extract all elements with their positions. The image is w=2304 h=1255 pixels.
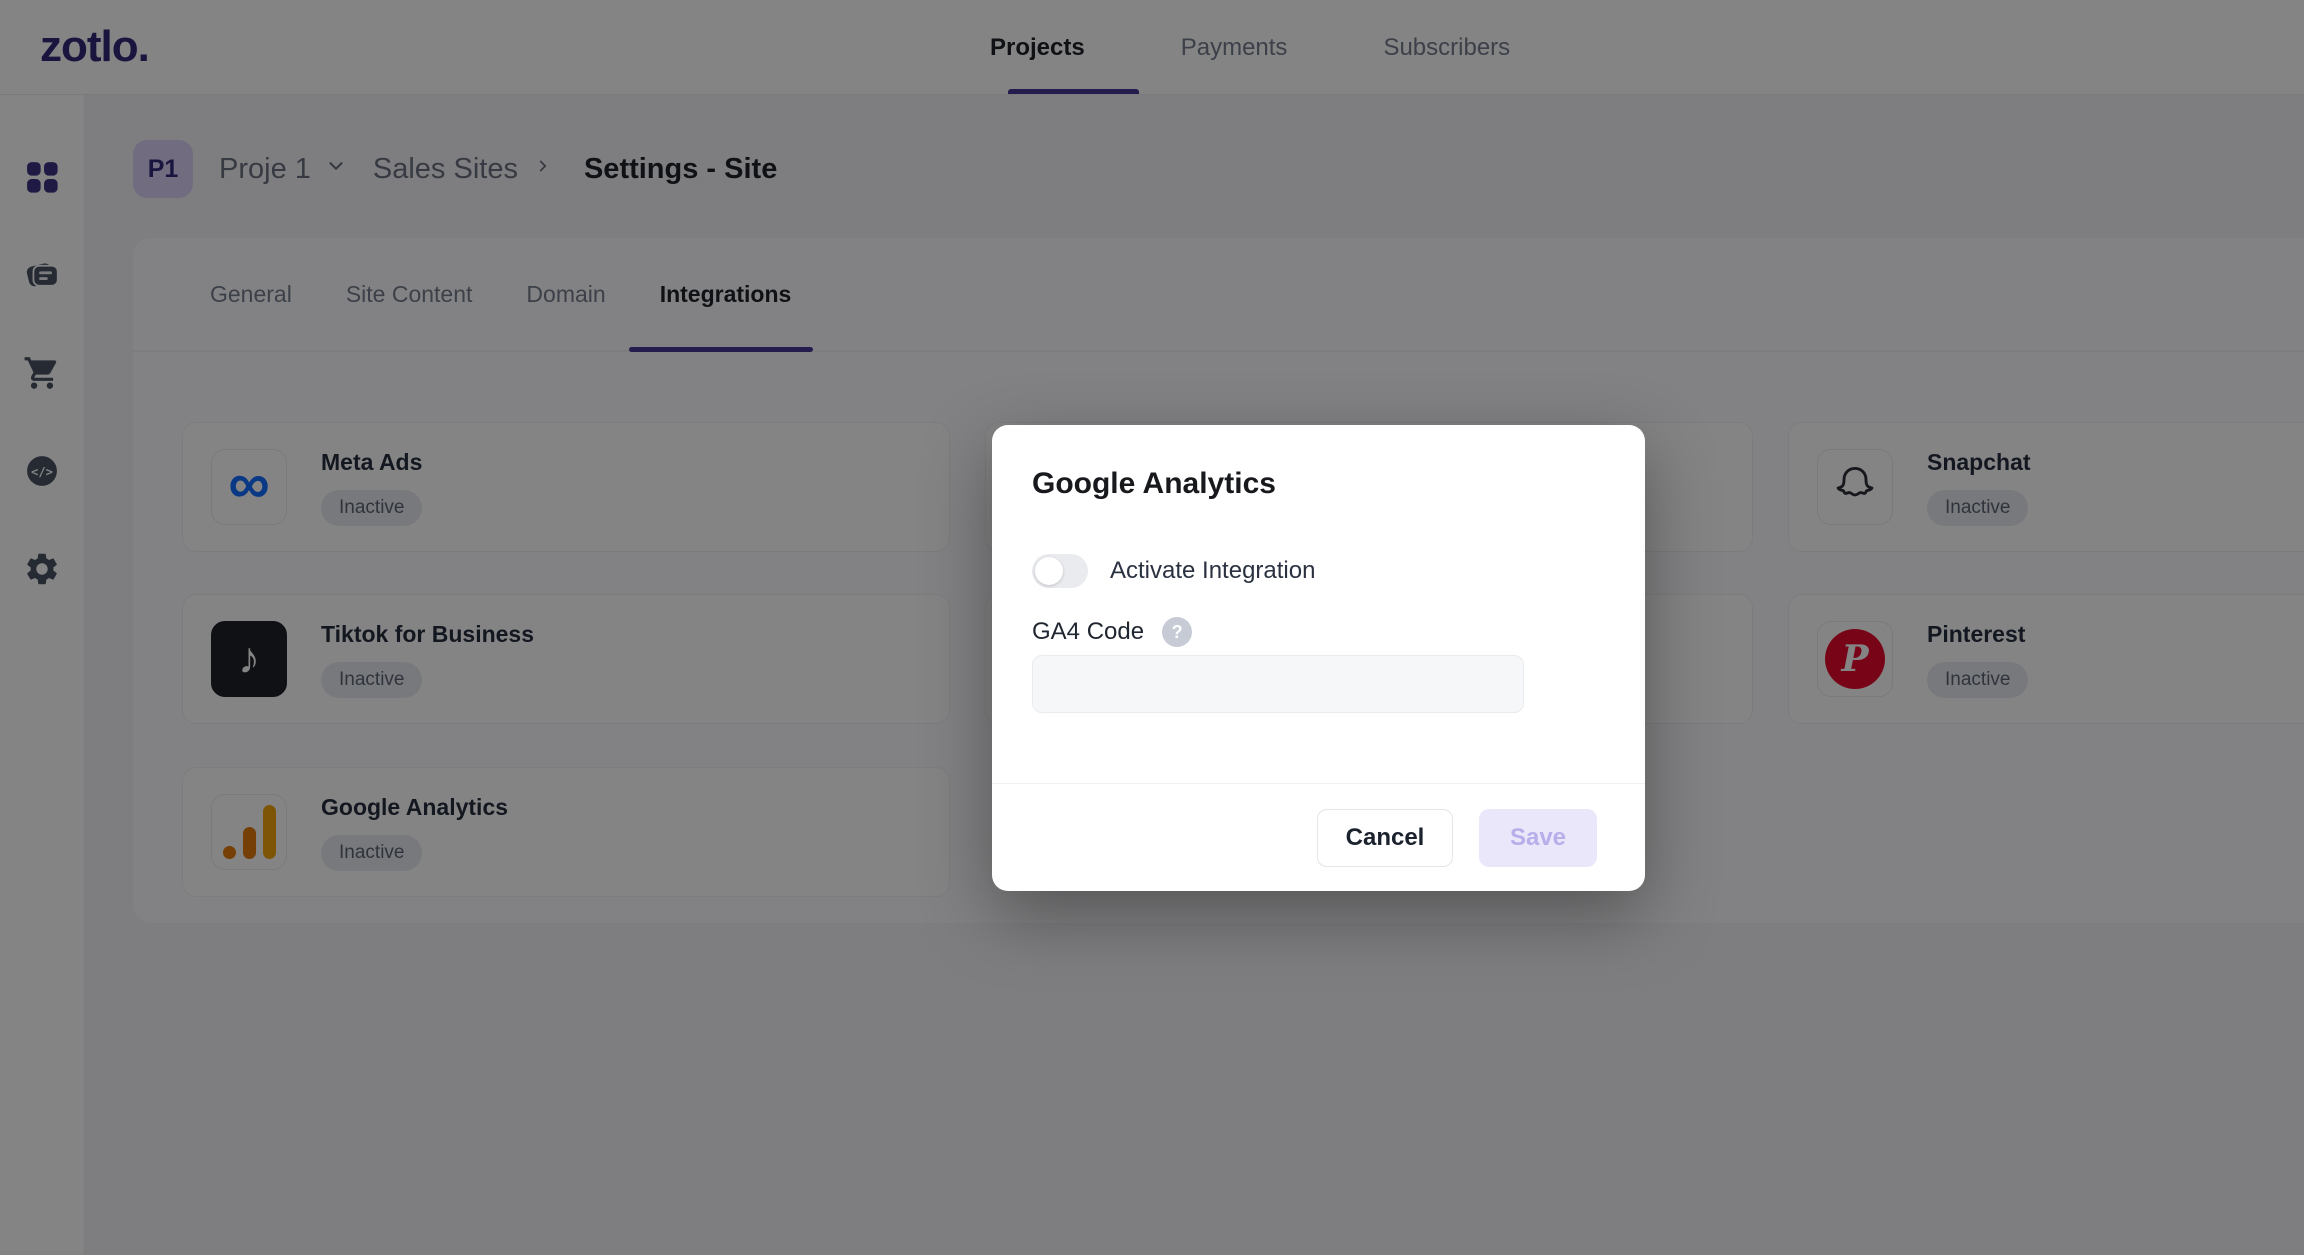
activate-integration-toggle[interactable]	[1032, 554, 1088, 588]
ga4-code-label: GA4 Code	[1032, 618, 1144, 646]
save-button[interactable]: Save	[1479, 809, 1597, 867]
cancel-button[interactable]: Cancel	[1317, 809, 1453, 867]
ga4-code-input[interactable]	[1032, 655, 1524, 713]
toggle-knob	[1035, 557, 1063, 585]
ga4-code-label-row: GA4 Code ?	[1032, 617, 1192, 647]
help-icon[interactable]: ?	[1162, 617, 1192, 647]
toggle-label: Activate Integration	[1110, 557, 1315, 585]
activate-toggle-row: Activate Integration	[1032, 554, 1315, 588]
modal-footer: Cancel Save	[992, 783, 1645, 891]
modal-title: Google Analytics	[1032, 467, 1276, 501]
google-analytics-modal: Google Analytics Activate Integration GA…	[992, 425, 1645, 891]
